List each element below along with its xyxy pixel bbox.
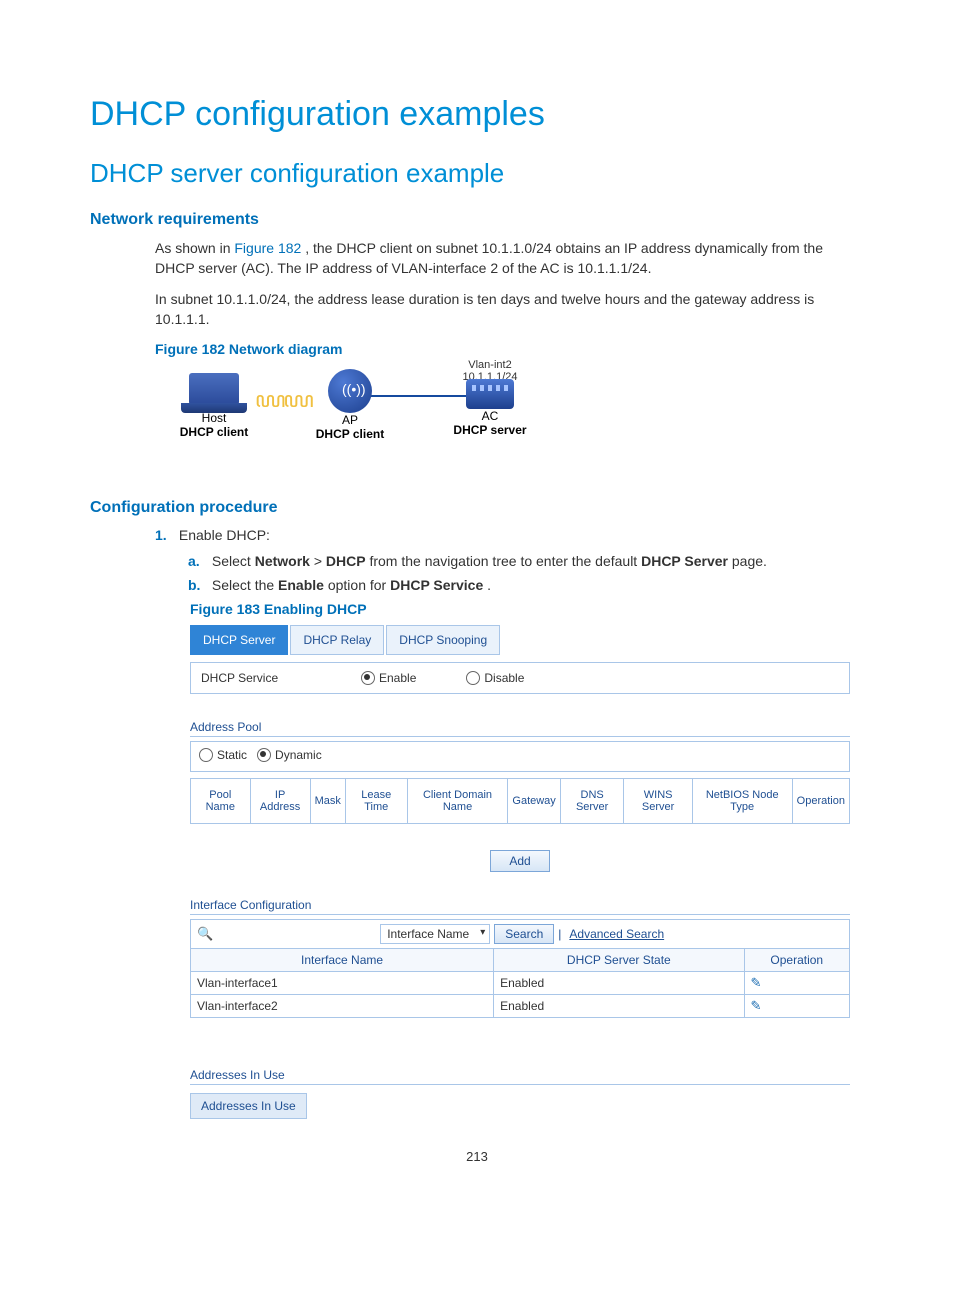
text: from the navigation tree to enter the de…	[369, 553, 641, 569]
dhcp-ui-screenshot: DHCP Server DHCP Relay DHCP Snooping DHC…	[190, 625, 850, 1119]
search-field-dropdown[interactable]: Interface Name	[380, 924, 490, 944]
addresses-in-use-header: Addresses In Use	[190, 1068, 850, 1085]
option-name: DHCP Service	[390, 577, 483, 593]
address-pool-table: Pool Name IP Address Mask Lease Time Cli…	[190, 778, 850, 824]
substep-letter: b.	[188, 577, 208, 593]
heading-config-procedure: Configuration procedure	[90, 499, 864, 517]
col-client-domain: Client Domain Name	[407, 779, 508, 824]
radio-dot-icon	[361, 671, 375, 685]
add-button[interactable]: Add	[490, 850, 549, 872]
node-label: AC	[435, 409, 545, 423]
if-name-cell: Vlan-interface2	[191, 995, 494, 1018]
col-if-state: DHCP Server State	[494, 949, 744, 972]
col-operation: Operation	[792, 779, 849, 824]
node-role: DHCP server	[435, 423, 545, 437]
dhcp-service-label: DHCP Service	[201, 671, 311, 685]
network-diagram: Vlan-int2 10.1.1.1/24 ꧙꧙ Host DHCP clien…	[155, 365, 575, 475]
radio-static[interactable]: Static	[199, 748, 247, 762]
radio-disable[interactable]: Disable	[466, 671, 524, 685]
paragraph: In subnet 10.1.1.0/24, the address lease…	[155, 290, 864, 329]
radio-dot-icon	[199, 748, 213, 762]
text: As shown in	[155, 240, 234, 256]
figure-caption-183: Figure 183 Enabling DHCP	[190, 601, 864, 617]
edit-icon[interactable]: ✎	[751, 975, 762, 990]
tab-addresses-in-use[interactable]: Addresses In Use	[190, 1093, 307, 1119]
search-input[interactable]	[217, 926, 376, 942]
dhcp-service-row: DHCP Service Enable Disable	[190, 662, 850, 694]
laptop-icon	[184, 373, 244, 411]
col-mask: Mask	[310, 779, 345, 824]
nav-item: DHCP	[326, 553, 366, 569]
page-title: DHCP configuration examples	[90, 95, 864, 134]
col-dns-server: DNS Server	[560, 779, 624, 824]
col-if-operation: Operation	[744, 949, 849, 972]
substep-letter: a.	[188, 553, 208, 569]
ap-node: ((•)) AP DHCP client	[295, 365, 405, 441]
node-role: DHCP client	[159, 425, 269, 439]
radio-dot-icon	[257, 748, 271, 762]
if-state-cell: Enabled	[494, 972, 744, 995]
page-number: 213	[90, 1149, 864, 1164]
col-pool-name: Pool Name	[191, 779, 251, 824]
col-gateway: Gateway	[508, 779, 560, 824]
address-pool-mode: Static Dynamic	[190, 741, 850, 772]
host-node: Host DHCP client	[159, 365, 269, 439]
address-pool-header: Address Pool	[190, 720, 850, 737]
step-number: 1.	[155, 527, 175, 543]
if-name-cell: Vlan-interface1	[191, 972, 494, 995]
text: Select the	[212, 577, 278, 593]
col-ip-address: IP Address	[250, 779, 310, 824]
ac-node: AC DHCP server	[435, 365, 545, 437]
radio-dot-icon	[466, 671, 480, 685]
text: Select	[212, 553, 255, 569]
procedure-step: 1. Enable DHCP:	[155, 527, 864, 543]
paragraph: As shown in Figure 182 , the DHCP client…	[155, 239, 864, 278]
figure-reference-link[interactable]: Figure 182	[234, 240, 301, 256]
interface-config-header: Interface Configuration	[190, 898, 850, 915]
text: page.	[732, 553, 767, 569]
col-netbios-type: NetBIOS Node Type	[692, 779, 792, 824]
step-text: Enable DHCP:	[179, 527, 270, 543]
if-state-cell: Enabled	[494, 995, 744, 1018]
section-subtitle: DHCP server configuration example	[90, 158, 864, 189]
node-label: Host	[159, 411, 269, 425]
access-point-icon: ((•))	[322, 369, 378, 413]
radio-label: Static	[217, 748, 247, 762]
radio-enable[interactable]: Enable	[361, 671, 416, 685]
col-wins-server: WINS Server	[624, 779, 692, 824]
advanced-search-link[interactable]: Advanced Search	[569, 927, 664, 941]
heading-network-requirements: Network requirements	[90, 211, 864, 229]
text: >	[314, 553, 326, 569]
router-icon	[466, 379, 514, 409]
search-row: 🔍 Interface Name Search | Advanced Searc…	[190, 919, 850, 948]
edit-icon[interactable]: ✎	[751, 998, 762, 1013]
radio-label: Dynamic	[275, 748, 322, 762]
search-icon: 🔍	[197, 926, 213, 942]
table-row: Vlan-interface2 Enabled ✎	[191, 995, 850, 1018]
text: option for	[328, 577, 390, 593]
page-name: DHCP Server	[641, 553, 728, 569]
col-if-name: Interface Name	[191, 949, 494, 972]
tab-dhcp-server[interactable]: DHCP Server	[190, 625, 288, 655]
radio-dynamic[interactable]: Dynamic	[257, 748, 322, 762]
interface-table: Interface Name DHCP Server State Operati…	[190, 948, 850, 1018]
text: .	[487, 577, 491, 593]
node-label: AP	[295, 413, 405, 427]
procedure-substep: a. Select Network > DHCP from the naviga…	[188, 553, 864, 569]
radio-label: Enable	[379, 671, 416, 685]
radio-label: Disable	[484, 671, 524, 685]
procedure-substep: b. Select the Enable option for DHCP Ser…	[188, 577, 864, 593]
tab-bar: DHCP Server DHCP Relay DHCP Snooping	[190, 625, 850, 656]
tab-dhcp-relay[interactable]: DHCP Relay	[290, 625, 384, 655]
option-name: Enable	[278, 577, 324, 593]
node-role: DHCP client	[295, 427, 405, 441]
search-button[interactable]: Search	[494, 924, 554, 944]
figure-caption-182: Figure 182 Network diagram	[155, 341, 864, 357]
col-lease-time: Lease Time	[345, 779, 407, 824]
tab-dhcp-snooping[interactable]: DHCP Snooping	[386, 625, 500, 655]
table-row: Vlan-interface1 Enabled ✎	[191, 972, 850, 995]
nav-item: Network	[255, 553, 310, 569]
